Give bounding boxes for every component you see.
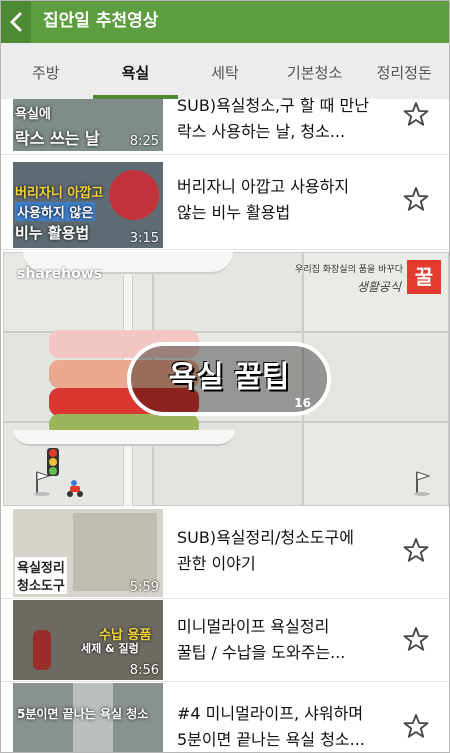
- tab-organizing[interactable]: 정리정돈: [359, 43, 449, 99]
- video-title[interactable]: SUB)욕실청소,구 할 때 만난 락스 사용하는 날, 청소...: [177, 93, 399, 145]
- favorite-star-button[interactable]: [403, 537, 429, 563]
- app-screen: 집안일 추천영상 주방 욕실 세탁 기본청소 정리정돈 욕실에 락스 쓰는 날 …: [0, 0, 450, 753]
- tab-laundry[interactable]: 세탁: [180, 43, 270, 99]
- back-button[interactable]: [1, 1, 31, 43]
- video-thumbnail[interactable]: 욕실에 락스 쓰는 날 8:25: [13, 99, 163, 151]
- duration-label: 5:59: [129, 580, 159, 595]
- favorite-star-button[interactable]: [403, 626, 429, 652]
- star-outline-icon: [403, 187, 429, 211]
- video-thumbnail[interactable]: 5분이면 끝나는 욕실 청소: [13, 683, 163, 752]
- start-flag-icon: [34, 471, 51, 496]
- chevron-left-icon: [10, 12, 22, 32]
- duration-label: 8:56: [129, 663, 159, 678]
- star-outline-icon: [403, 102, 429, 126]
- goal-flag-icon: [414, 471, 431, 496]
- video-thumbnail[interactable]: 욕실정리 청소도구 5:59: [13, 509, 163, 597]
- star-outline-icon: [403, 627, 429, 651]
- tab-kitchen[interactable]: 주방: [1, 43, 91, 99]
- sharehows-logo: sharehows: [17, 266, 102, 282]
- video-thumbnail[interactable]: 버리자니 아깝고 사용하지 않은 비누 활용법 3:15: [13, 162, 163, 248]
- brand-logo-mark: 꿀: [407, 260, 441, 294]
- scooter-icon: [67, 480, 83, 497]
- page-title: 집안일 추천영상: [43, 11, 159, 31]
- list-item[interactable]: 욕실에 락스 쓰는 날 8:25 SUB)욕실청소,구 할 때 만난 락스 사용…: [1, 96, 449, 155]
- video-title[interactable]: SUB)욕실정리/청소도구에 관한 이야기: [177, 525, 399, 577]
- list-item[interactable]: 욕실정리 청소도구 5:59 SUB)욕실정리/청소도구에 관한 이야기: [1, 507, 449, 599]
- category-tabs: 주방 욕실 세탁 기본청소 정리정돈: [1, 43, 449, 99]
- brand-name: 생활공식: [356, 280, 401, 294]
- star-outline-icon: [403, 714, 429, 738]
- list-item[interactable]: 5분이면 끝나는 욕실 청소 #4 미니멀라이프, 샤워하며 5분이면 끝나는 …: [1, 683, 449, 752]
- soap-image: [109, 170, 159, 220]
- video-title[interactable]: #4 미니멀라이프, 샤워하며 5분이면 끝나는 욕실 청소...: [177, 701, 399, 752]
- list-item[interactable]: 버리자니 아깝고 사용하지 않은 비누 활용법 3:15 버리자니 아깝고 사용…: [1, 156, 449, 250]
- title-badge: 욕실 꿀팁 16: [127, 342, 331, 416]
- tab-basic-cleaning[interactable]: 기본청소: [270, 43, 360, 99]
- header-bar: 집안일 추천영상: [1, 1, 449, 43]
- video-title[interactable]: 버리자니 아깝고 사용하지 않는 비누 활용법: [177, 174, 399, 226]
- duration-label: 3:15: [129, 231, 159, 246]
- tab-bathroom[interactable]: 욕실: [91, 43, 181, 99]
- star-outline-icon: [403, 538, 429, 562]
- video-thumbnail[interactable]: 수납 용품 세제 & 질렁 8:56: [13, 600, 163, 680]
- video-title[interactable]: 미니멀라이프 욕실정리 꿀팁 / 수납을 도와주는...: [177, 614, 399, 666]
- list-item[interactable]: 수납 용품 세제 & 질렁 8:56 미니멀라이프 욕실정리 꿀팁 / 수납을 …: [1, 600, 449, 682]
- favorite-star-button[interactable]: [403, 186, 429, 212]
- duration-label: 8:25: [129, 134, 159, 149]
- featured-video[interactable]: sharehows 우리집 화장실의 품을 바꾸다 생활공식 꿀 욕실 꿀팁 1…: [3, 252, 449, 506]
- brand-tagline: 우리집 화장실의 품을 바꾸다: [295, 265, 403, 275]
- shelf-bottom: [13, 430, 235, 446]
- favorite-star-button[interactable]: [403, 713, 429, 739]
- favorite-star-button[interactable]: [403, 101, 429, 127]
